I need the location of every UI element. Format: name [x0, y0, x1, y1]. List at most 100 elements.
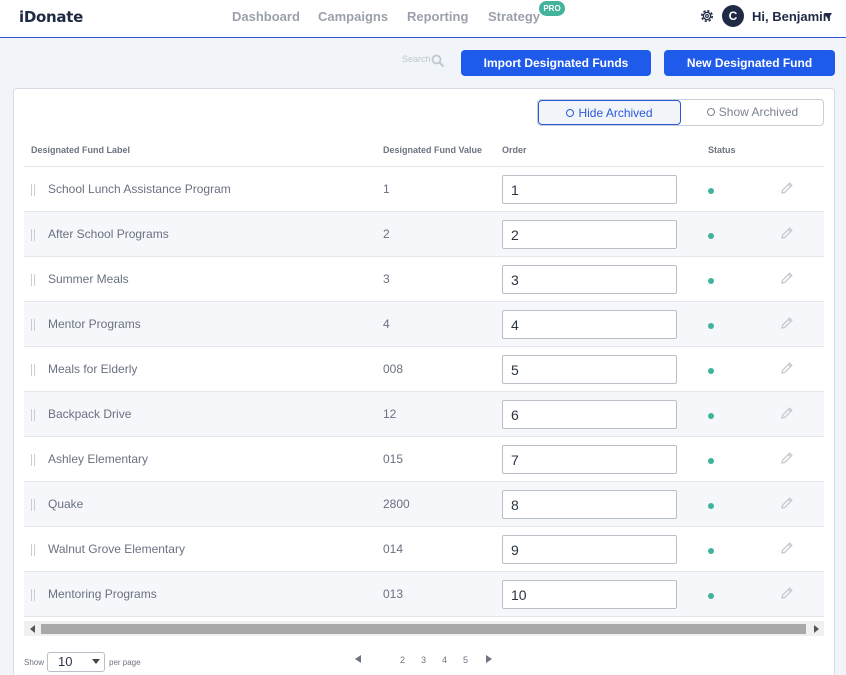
- archive-filter-toggle: Hide Archived Show Archived: [537, 99, 824, 126]
- status-indicator: [708, 278, 714, 284]
- order-input[interactable]: [502, 310, 677, 339]
- fund-value-cell: 013: [383, 587, 404, 601]
- fund-label-cell: Summer Meals: [48, 272, 129, 286]
- avatar[interactable]: C: [722, 5, 744, 27]
- order-input[interactable]: [502, 535, 677, 564]
- table-row: Summer Meals 3: [24, 257, 824, 302]
- fund-label-cell: Meals for Elderly: [48, 362, 138, 376]
- hide-archived-option[interactable]: Hide Archived: [538, 100, 681, 125]
- fund-value-cell: 008: [383, 362, 404, 376]
- fund-value-cell: 1: [383, 182, 390, 196]
- pencil-icon[interactable]: [780, 451, 794, 465]
- column-header-label[interactable]: Designated Fund Label: [31, 145, 130, 155]
- nav-reporting[interactable]: Reporting: [407, 9, 468, 24]
- order-input[interactable]: [502, 175, 677, 204]
- table-row: Backpack Drive 12: [24, 392, 824, 437]
- table-row: School Lunch Assistance Program 1: [24, 167, 824, 212]
- fund-value-cell: 2: [383, 227, 390, 241]
- order-input[interactable]: [502, 490, 677, 519]
- nav-dashboard[interactable]: Dashboard: [232, 9, 300, 24]
- order-input[interactable]: [502, 445, 677, 474]
- pencil-icon[interactable]: [780, 541, 794, 555]
- column-header-order[interactable]: Order: [502, 145, 527, 155]
- drag-handle-icon[interactable]: [31, 319, 35, 331]
- drag-handle-icon[interactable]: [31, 589, 35, 601]
- pencil-icon[interactable]: [780, 496, 794, 510]
- table-row: Meals for Elderly 008: [24, 347, 824, 392]
- drag-handle-icon[interactable]: [31, 499, 35, 511]
- scroll-right-arrow-icon[interactable]: [814, 625, 819, 633]
- show-archived-option[interactable]: Show Archived: [681, 100, 823, 125]
- chevron-down-icon[interactable]: [92, 659, 100, 664]
- radio-icon: [566, 109, 575, 117]
- order-input[interactable]: [502, 400, 677, 429]
- fund-value-cell: 4: [383, 317, 390, 331]
- show-label: Show: [24, 658, 45, 667]
- drag-handle-icon[interactable]: [31, 364, 35, 376]
- idonate-logo[interactable]: iDonate: [19, 8, 83, 26]
- status-indicator: [708, 458, 714, 464]
- drag-handle-icon[interactable]: [31, 544, 35, 556]
- search-icon[interactable]: [431, 54, 445, 68]
- fund-label-cell: Ashley Elementary: [48, 452, 149, 466]
- hide-archived-label: Hide Archived: [578, 106, 653, 120]
- order-input[interactable]: [502, 355, 677, 384]
- fund-label-cell: Backpack Drive: [48, 407, 132, 421]
- status-indicator: [708, 413, 714, 419]
- table-row: Quake 2800: [24, 482, 824, 527]
- fund-label-cell: Quake: [48, 497, 84, 511]
- fund-label-cell: Walnut Grove Elementary: [48, 542, 185, 556]
- pencil-icon[interactable]: [780, 181, 794, 195]
- drag-handle-icon[interactable]: [31, 184, 35, 196]
- previous-page-arrow-icon[interactable]: [355, 655, 361, 663]
- column-header-status[interactable]: Status: [708, 145, 736, 155]
- pencil-icon[interactable]: [780, 406, 794, 420]
- table-row: Walnut Grove Elementary 014: [24, 527, 824, 572]
- radio-icon: [706, 108, 715, 116]
- fund-label-cell: Mentor Programs: [48, 317, 141, 331]
- show-archived-label: Show Archived: [718, 105, 799, 119]
- pencil-icon[interactable]: [780, 271, 794, 285]
- fund-value-cell: 12: [383, 407, 397, 421]
- horizontal-scrollbar[interactable]: [24, 621, 824, 636]
- import-designated-funds-button[interactable]: Import Designated Funds: [461, 50, 651, 76]
- page-number[interactable]: 3: [421, 655, 426, 665]
- fund-value-cell: 3: [383, 272, 390, 286]
- drag-handle-icon[interactable]: [31, 229, 35, 241]
- page-number[interactable]: 5: [463, 655, 468, 665]
- status-indicator: [708, 188, 714, 194]
- order-input[interactable]: [502, 265, 677, 294]
- fund-label-cell: School Lunch Assistance Program: [48, 182, 231, 196]
- order-input[interactable]: [502, 220, 677, 249]
- column-header-value[interactable]: Designated Fund Value: [383, 145, 482, 155]
- chevron-down-icon[interactable]: [824, 13, 832, 19]
- nav-campaigns[interactable]: Campaigns: [318, 9, 388, 24]
- next-page-arrow-icon[interactable]: [486, 655, 492, 663]
- scrollbar-thumb[interactable]: [41, 624, 806, 634]
- nav-strategy[interactable]: Strategy: [488, 9, 540, 24]
- status-indicator: [708, 503, 714, 509]
- fund-value-cell: 2800: [383, 497, 410, 511]
- drag-handle-icon[interactable]: [31, 409, 35, 421]
- scroll-left-arrow-icon[interactable]: [30, 625, 35, 633]
- fund-value-cell: 014: [383, 542, 404, 556]
- pencil-icon[interactable]: [780, 316, 794, 330]
- page-number[interactable]: 4: [442, 655, 447, 665]
- pro-badge: PRO: [539, 1, 565, 16]
- status-indicator: [708, 368, 714, 374]
- pencil-icon[interactable]: [780, 226, 794, 240]
- gear-icon[interactable]: [699, 8, 715, 24]
- search-input[interactable]: Search: [402, 54, 431, 70]
- pencil-icon[interactable]: [780, 361, 794, 375]
- page-number[interactable]: 2: [400, 655, 405, 665]
- drag-handle-icon[interactable]: [31, 274, 35, 286]
- new-designated-fund-button[interactable]: New Designated Fund: [664, 50, 835, 76]
- order-input[interactable]: [502, 580, 677, 609]
- top-navigation-bar: iDonate Dashboard Campaigns Reporting St…: [0, 0, 846, 38]
- pencil-icon[interactable]: [780, 586, 794, 600]
- status-indicator: [708, 548, 714, 554]
- user-greeting[interactable]: Hi, Benjamin: [752, 9, 831, 24]
- drag-handle-icon[interactable]: [31, 454, 35, 466]
- table-row: Ashley Elementary 015: [24, 437, 824, 482]
- status-indicator: [708, 323, 714, 329]
